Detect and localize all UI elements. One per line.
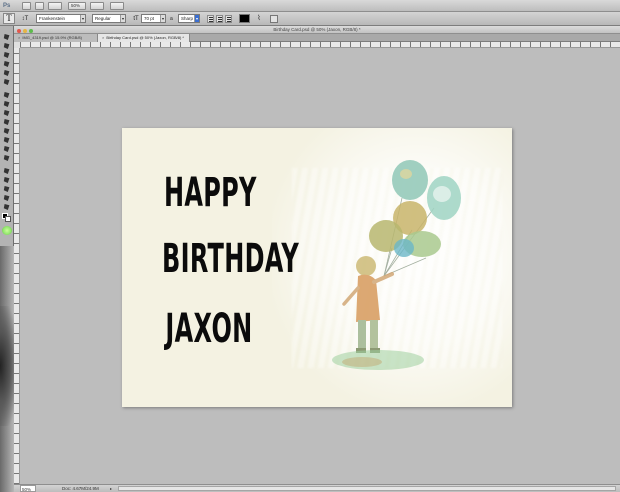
crop-tool-icon[interactable] [3, 70, 11, 76]
warp-text-icon[interactable]: ⌇ [255, 14, 263, 24]
mini-bridge-button[interactable] [35, 2, 44, 10]
application-bar: Ps 50% [0, 0, 620, 12]
font-family-select[interactable]: Frankenstein ▾ [36, 14, 86, 23]
move-tool-icon[interactable] [3, 34, 11, 40]
bridge-button[interactable] [22, 2, 31, 10]
balloon [394, 239, 414, 257]
card-text-happy[interactable]: HAPPY [164, 170, 256, 216]
shape-tool-icon[interactable] [3, 195, 11, 201]
document-title-bar: Birthday Card.psd @ 50% (Jaxon, RGB/8) * [14, 26, 620, 34]
document-window: Birthday Card.psd @ 50% (Jaxon, RGB/8) *… [14, 26, 620, 492]
minimize-window-icon[interactable] [23, 28, 27, 33]
view-extras-menu[interactable] [48, 2, 62, 10]
card-text-birthday[interactable]: BIRTHDAY [162, 236, 299, 282]
boy-with-balloons-illustration [332, 160, 461, 370]
quick-selection-tool-icon[interactable] [3, 61, 11, 67]
clone-stamp-tool-icon[interactable] [3, 110, 11, 116]
close-window-icon[interactable] [17, 28, 21, 33]
anti-alias-value: Sharp [181, 16, 194, 21]
history-brush-tool-icon[interactable] [3, 119, 11, 125]
chevron-down-icon: ▾ [160, 15, 165, 22]
character-panel-toggle[interactable] [270, 15, 278, 23]
photoshop-logo: Ps [3, 3, 11, 9]
align-left-button[interactable] [207, 15, 214, 23]
arrange-documents-menu[interactable] [90, 2, 104, 10]
workspace-switcher[interactable] [596, 2, 616, 10]
document-title: Birthday Card.psd @ 50% (Jaxon, RGB/8) * [273, 27, 361, 32]
document-tab-label: Birthday Card.psd @ 50% (Jaxon, RGB/8) * [106, 35, 184, 40]
font-size-select[interactable]: 70 pt ▾ [141, 14, 166, 23]
quick-mask-icon[interactable] [2, 226, 12, 235]
blur-tool-icon[interactable] [3, 146, 11, 152]
align-right-button[interactable] [225, 15, 232, 23]
canvas-area[interactable]: HAPPY BIRTHDAY JAXON [20, 48, 620, 484]
font-size-value: 70 pt [144, 16, 155, 21]
close-tab-icon[interactable]: × [18, 35, 20, 40]
eyedropper-tool-icon[interactable] [3, 79, 11, 85]
text-color-swatch[interactable] [239, 14, 250, 23]
healing-brush-tool-icon[interactable] [3, 92, 11, 98]
card-text-name[interactable]: JAXON [164, 306, 254, 352]
document-size-info[interactable]: Doc: 4.67M/24.9M [62, 485, 99, 492]
zoom-level-menu[interactable]: 50% [68, 2, 86, 10]
font-style-value: Regular [95, 16, 111, 21]
close-tab-icon[interactable]: × [102, 35, 104, 40]
type-tool-preset-icon[interactable]: T [3, 13, 15, 24]
zoom-window-icon[interactable] [29, 28, 33, 33]
text-orientation-icon[interactable]: ↕T [20, 14, 30, 24]
anti-alias-icon: a [170, 16, 173, 22]
font-family-value: Frankenstein [39, 16, 66, 21]
align-center-button[interactable] [216, 15, 223, 23]
chevron-down-icon: ▾ [80, 15, 85, 22]
chevron-down-icon: ▾ [194, 15, 199, 22]
background-color-swatch[interactable] [5, 216, 11, 222]
dodge-tool-icon[interactable] [3, 155, 11, 161]
type-tool-icon[interactable] [3, 177, 11, 183]
status-menu-arrow-icon[interactable]: ▸ [110, 485, 112, 492]
options-bar: T ↕T Frankenstein ▾ Regular ▾ tT 70 pt ▾… [0, 12, 620, 26]
brush-tool-icon[interactable] [3, 101, 11, 107]
marquee-tool-icon[interactable] [3, 43, 11, 49]
eraser-tool-icon[interactable] [3, 128, 11, 134]
document-tab-label: IMG_4319.psd @ 15.9% (RGB/8) [22, 35, 82, 40]
status-bar: 50% Doc: 4.67M/24.9M ▸ [14, 484, 620, 492]
path-selection-tool-icon[interactable] [3, 186, 11, 192]
anti-alias-select[interactable]: Sharp ▾ [178, 14, 200, 23]
horizontal-scrollbar[interactable] [118, 486, 616, 491]
document-tab-active[interactable]: × Birthday Card.psd @ 50% (Jaxon, RGB/8) … [98, 34, 190, 42]
birthday-card-canvas[interactable]: HAPPY BIRTHDAY JAXON [122, 128, 512, 407]
lasso-tool-icon[interactable] [3, 52, 11, 58]
chevron-down-icon: ▾ [120, 15, 125, 22]
font-size-icon: tT [133, 16, 139, 22]
document-tab[interactable]: × IMG_4319.psd @ 15.9% (RGB/8) [14, 34, 98, 42]
zoom-level-field[interactable]: 50% [20, 485, 36, 492]
boy-figure [342, 256, 394, 353]
font-style-select[interactable]: Regular ▾ [92, 14, 126, 23]
balloon [392, 160, 428, 200]
document-tab-bar: × IMG_4319.psd @ 15.9% (RGB/8) × Birthday … [14, 34, 620, 42]
pen-tool-icon[interactable] [3, 168, 11, 174]
screen-mode-menu[interactable] [110, 2, 124, 10]
gradient-tool-icon[interactable] [3, 137, 11, 143]
tools-panel [0, 26, 14, 246]
hand-tool-icon[interactable] [3, 204, 11, 210]
